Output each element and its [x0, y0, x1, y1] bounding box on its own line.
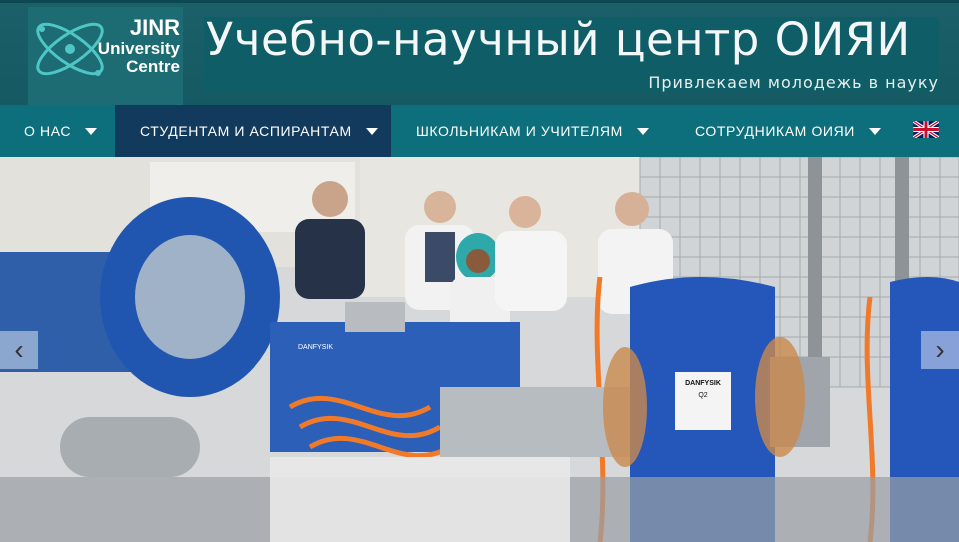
site-title[interactable]: Учебно-научный центр ОИЯИ — [206, 13, 911, 66]
chevron-left-icon: ‹ — [14, 334, 24, 365]
nav-item-label: СТУДЕНТАМ И АСПИРАНТАМ — [140, 123, 352, 139]
chevron-down-icon[interactable] — [868, 127, 881, 135]
hero-slider[interactable]: DANFYSIK Q2 DANFYSIK — [0, 157, 959, 542]
chevron-down-icon[interactable] — [365, 127, 378, 135]
chevron-down-icon[interactable] — [85, 127, 98, 135]
nav-item-students[interactable]: СТУДЕНТАМ И АСПИРАНТАМ — [115, 105, 391, 157]
nav-item-label: ШКОЛЬНИКАМ И УЧИТЕЛЯМ — [416, 123, 623, 139]
chevron-right-icon: › — [935, 334, 945, 365]
site-header: JINR University Centre Учебно-научный це… — [0, 0, 959, 105]
magnet-left-brand-label: DANFYSIK — [298, 344, 333, 351]
hero-photo: DANFYSIK Q2 DANFYSIK — [0, 157, 959, 542]
slider-prev-button[interactable]: ‹ — [0, 331, 38, 369]
main-nav: О НАС СТУДЕНТАМ И АСПИРАНТАМ ШКОЛЬНИКАМ … — [0, 105, 959, 157]
nav-item-schools[interactable]: ШКОЛЬНИКАМ И УЧИТЕЛЯМ — [391, 105, 669, 157]
site-tagline: Привлекаем молодежь в науку — [648, 73, 939, 92]
jinr-logo[interactable]: JINR University Centre — [28, 7, 183, 105]
logo-text: JINR University Centre — [94, 15, 180, 76]
nav-item-label: СОТРУДНИКАМ ОИЯИ — [695, 123, 855, 139]
nav-item-about[interactable]: О НАС — [0, 105, 115, 157]
chevron-down-icon[interactable] — [636, 127, 649, 135]
logo-line-1: JINR — [129, 15, 180, 40]
nav-item-staff[interactable]: СОТРУДНИКАМ ОИЯИ — [669, 105, 899, 157]
uk-flag-icon[interactable] — [913, 121, 939, 138]
logo-line-3: Centre — [126, 57, 180, 76]
magnet-brand-label: DANFYSIK — [685, 380, 721, 387]
logo-line-2: University — [97, 39, 180, 58]
nav-item-label: О НАС — [24, 123, 72, 139]
slider-next-button[interactable]: › — [921, 331, 959, 369]
magnet-id-label: Q2 — [698, 392, 707, 399]
